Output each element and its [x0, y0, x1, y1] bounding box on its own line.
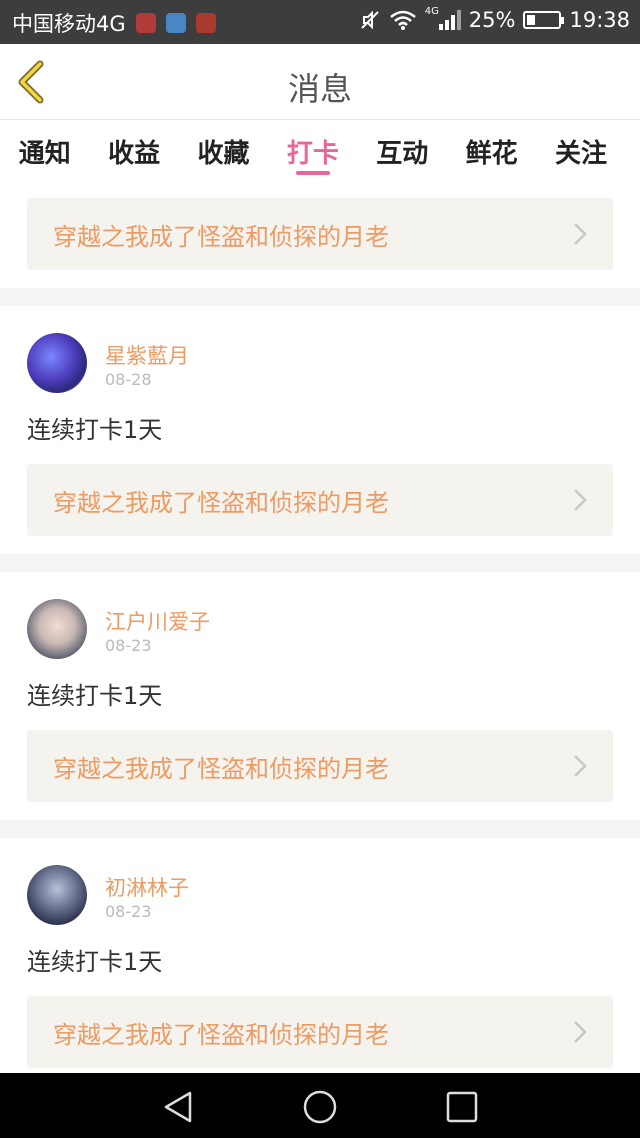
nav-home-icon[interactable] [300, 1087, 340, 1127]
avatar[interactable] [27, 865, 87, 925]
chevron-right-icon [574, 755, 587, 777]
tab-interactions[interactable]: 互动 [358, 121, 447, 183]
checkin-message: 连续打卡1天 [27, 948, 163, 976]
app-header: 消息 [0, 44, 640, 120]
tab-follows[interactable]: 关注 [536, 121, 625, 183]
mute-icon [359, 9, 381, 31]
tab-earnings[interactable]: 收益 [89, 121, 178, 183]
checkin-message: 连续打卡1天 [27, 682, 163, 710]
divider [0, 820, 640, 838]
book-title: 穿越之我成了怪盗和侦探的月老 [53, 488, 389, 517]
battery-percent: 25% [468, 8, 516, 32]
status-left: 中国移动4G [12, 8, 216, 38]
status-right: 4G 25% 19:38 [359, 6, 630, 32]
chevron-right-icon [574, 1021, 587, 1043]
app-notification-icon [195, 13, 216, 33]
tab-flowers[interactable]: 鲜花 [447, 121, 536, 183]
book-link[interactable]: 穿越之我成了怪盗和侦探的月老 [27, 730, 613, 802]
username[interactable]: 江户川爱子 [105, 606, 210, 636]
list-item: 星紫藍月 08-28 连续打卡1天 穿越之我成了怪盗和侦探的月老 [0, 306, 640, 536]
chevron-right-icon [574, 223, 587, 245]
username[interactable]: 初淋林子 [105, 872, 189, 902]
cloud-app-icon [165, 13, 186, 33]
post-date: 08-23 [105, 902, 152, 921]
tab-notifications[interactable]: 通知 [0, 121, 89, 183]
post-date: 08-28 [105, 370, 152, 389]
checkin-message: 连续打卡1天 [27, 416, 163, 444]
tab-bar: 通知 收益 收藏 打卡 互动 鲜花 关注 [0, 121, 640, 183]
wifi-icon [389, 9, 417, 31]
book-title: 穿越之我成了怪盗和侦探的月老 [53, 754, 389, 783]
chevron-right-icon [574, 489, 587, 511]
clock: 19:38 [569, 8, 630, 32]
divider [0, 288, 640, 306]
avatar[interactable] [27, 333, 87, 393]
avatar[interactable] [27, 599, 87, 659]
nav-back-icon[interactable] [158, 1087, 198, 1127]
carrier-label: 中国移动4G [12, 12, 126, 36]
battery-icon [523, 11, 565, 29]
status-bar: 中国移动4G 4G 25% 19:38 [0, 0, 640, 44]
post-date: 08-23 [105, 636, 152, 655]
cell-signal-icon: 4G [425, 6, 461, 30]
book-title: 穿越之我成了怪盗和侦探的月老 [53, 222, 389, 251]
book-title: 穿越之我成了怪盗和侦探的月老 [53, 1020, 389, 1049]
book-link[interactable]: 穿越之我成了怪盗和侦探的月老 [27, 198, 613, 270]
book-link[interactable]: 穿越之我成了怪盗和侦探的月老 [27, 464, 613, 536]
message-list: 穿越之我成了怪盗和侦探的月老 星紫藍月 08-28 连续打卡1天 穿越之我成了怪… [0, 183, 640, 1086]
divider [0, 554, 640, 572]
network-type-label: 4G [424, 6, 439, 17]
tab-favorites[interactable]: 收藏 [179, 121, 268, 183]
system-nav-bar [0, 1073, 640, 1138]
book-link[interactable]: 穿越之我成了怪盗和侦探的月老 [27, 996, 613, 1068]
list-item: 江户川爱子 08-23 连续打卡1天 穿越之我成了怪盗和侦探的月老 [0, 572, 640, 802]
page-title: 消息 [287, 70, 352, 108]
tab-checkin[interactable]: 打卡 [268, 121, 357, 183]
app-notification-icon [135, 13, 156, 33]
list-item: 初淋林子 08-23 连续打卡1天 穿越之我成了怪盗和侦探的月老 [0, 838, 640, 1068]
username[interactable]: 星紫藍月 [105, 340, 189, 370]
nav-recents-icon[interactable] [442, 1087, 482, 1127]
